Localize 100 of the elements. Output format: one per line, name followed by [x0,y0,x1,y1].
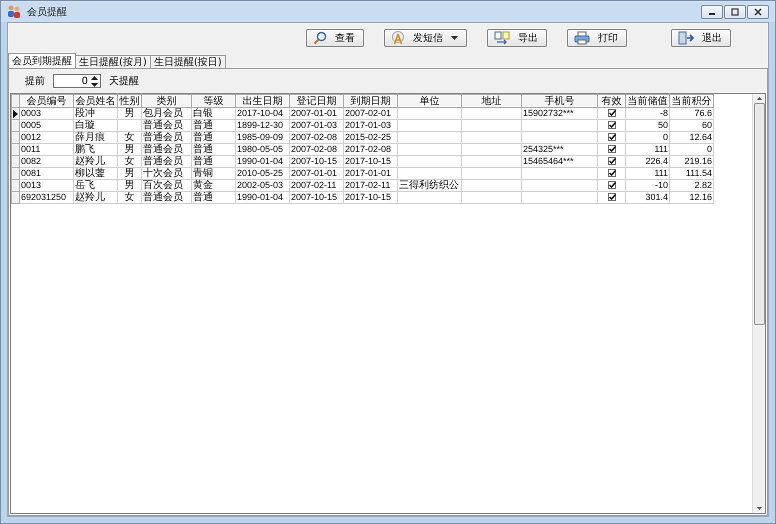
table-cell: 普通会员 [142,132,192,144]
table-cell: 12.64 [670,132,714,144]
scroll-down-icon[interactable] [756,507,762,510]
toolbar-button[interactable]: 查看 [306,29,364,47]
checkbox[interactable] [608,157,616,166]
column-header[interactable]: 单位 [398,94,462,108]
table-cell: 1990-01-04 [236,156,290,168]
checkbox[interactable] [608,169,616,178]
spin-arrows-icon [91,76,98,86]
filter-label: 提前 [25,75,45,88]
column-header[interactable]: 地址 [462,94,522,108]
table-cell: 2002-05-03 [236,180,290,192]
exit-door-icon [678,31,694,45]
scroll-up-icon[interactable] [756,97,762,100]
column-header[interactable]: 出生日期 [236,94,290,108]
table-cell: 白璇 [74,120,118,132]
table-cell: -10 [626,180,670,192]
checkbox[interactable] [608,193,616,202]
table-cell [462,192,522,204]
column-header[interactable]: 会员姓名 [74,94,118,108]
toolbar-button[interactable]: 打印 [567,29,627,47]
toolbar-button[interactable]: 退出 [671,29,731,47]
table-cell: 2015-02-25 [344,132,398,144]
close-button[interactable] [747,4,769,18]
table-cell: 十次会员 [142,168,192,180]
table-cell: 301.4 [626,192,670,204]
column-header[interactable]: 性别 [118,94,142,108]
toolbar-button[interactable]: 导出 [487,29,547,47]
table-cell: 女 [118,132,142,144]
filter-label: 天提醒 [109,75,139,88]
table-cell: 男 [118,144,142,156]
table-cell: 2007-10-15 [290,156,344,168]
table-cell: 2017-02-08 [344,144,398,156]
column-header[interactable]: 当前储值 [626,94,670,108]
table-cell: 254325*** [522,144,598,156]
table-cell [398,168,462,180]
table-cell: 黄金 [192,180,236,192]
column-header[interactable]: 当前积分 [670,94,714,108]
table-cell: 2007-01-01 [290,168,344,180]
table-cell: 111 [626,168,670,180]
table-cell: 2017-10-15 [344,192,398,204]
table-cell: 赵羚儿 [74,192,118,204]
table-cell: 青铜 [192,168,236,180]
table-cell: 111 [626,144,670,156]
table-cell: 岳飞 [74,180,118,192]
table-cell: 15465464*** [522,156,598,168]
table-cell: 226.4 [626,156,670,168]
table-cell: 2017-01-01 [344,168,398,180]
column-header[interactable]: 等级 [192,94,236,108]
table-cell: 50 [626,120,670,132]
table-cell: 1980-05-05 [236,144,290,156]
vertical-scrollbar[interactable] [752,94,765,513]
table-cell: 百次会员 [142,180,192,192]
table-cell: 0005 [20,120,74,132]
table-cell [398,132,462,144]
table-cell: 0 [670,144,714,156]
table-cell [462,144,522,156]
checkbox[interactable] [608,181,616,190]
table-cell: 2017-01-03 [344,120,398,132]
column-header[interactable]: 到期日期 [344,94,398,108]
checkbox[interactable] [608,145,616,154]
checkbox[interactable] [608,133,616,142]
table-cell [462,132,522,144]
tab[interactable]: 会员到期提醒 [8,53,76,68]
table-cell [462,156,522,168]
column-header[interactable]: 类别 [142,94,192,108]
column-header[interactable]: 手机号 [522,94,598,108]
table-cell: 0082 [20,156,74,168]
table-cell: 女 [118,156,142,168]
table-cell [398,144,462,156]
table-cell: 12.16 [670,192,714,204]
table-cell: 薛月痕 [74,132,118,144]
column-header[interactable]: 会员编号 [20,94,74,108]
table-cell: 1899-12-30 [236,120,290,132]
maximize-button[interactable] [724,4,746,18]
column-header[interactable]: 登记日期 [290,94,344,108]
table-cell: 2017-02-11 [344,180,398,192]
table-cell: 2010-05-25 [236,168,290,180]
table-cell [462,120,522,132]
table-cell: 普通会员 [142,144,192,156]
days-spinner[interactable]: 0 [53,74,101,88]
table-cell: 普通 [192,144,236,156]
tab[interactable]: 生日提醒(按月) [75,55,151,68]
table-cell: 15902732*** [522,108,598,120]
minimize-button[interactable] [701,4,723,18]
checkbox[interactable] [608,121,616,130]
export-icon [494,31,510,45]
table-cell: 2007-02-08 [290,132,344,144]
table-cell [462,180,522,192]
table-cell: 2007-01-03 [290,120,344,132]
table-cell [462,108,522,120]
table-cell: 2007-01-01 [290,108,344,120]
tab[interactable]: 生日提醒(按日) [150,55,226,68]
table-cell: 0003 [20,108,74,120]
table-cell: 赵羚儿 [74,156,118,168]
toolbar-button[interactable]: 发短信 [384,29,467,47]
table-cell: 段冲 [74,108,118,120]
column-header[interactable]: 有效 [598,94,626,108]
checkbox[interactable] [608,109,616,118]
table-cell: 男 [118,108,142,120]
